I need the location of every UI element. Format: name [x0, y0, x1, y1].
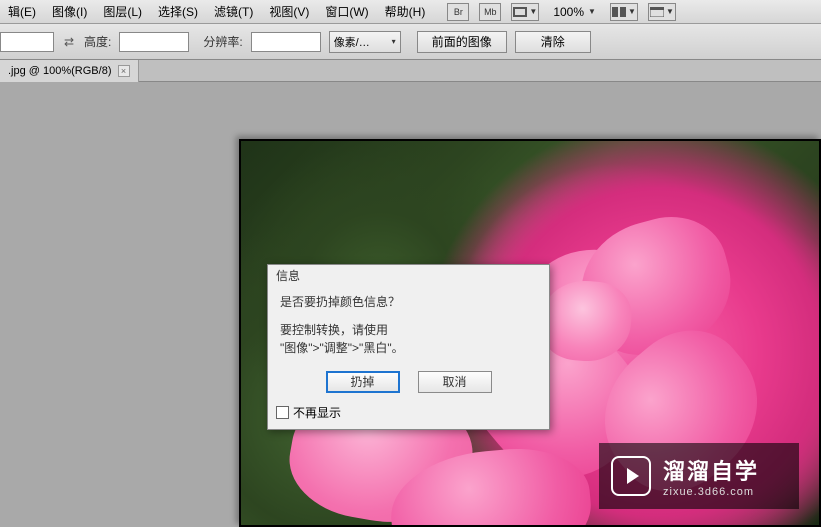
menu-view[interactable]: 视图(V)	[261, 0, 317, 24]
dialog-hint-1: 要控制转换，请使用	[280, 321, 537, 339]
discard-button[interactable]: 扔掉	[326, 371, 400, 393]
canvas-area: 信息 是否要扔掉颜色信息？ 要控制转换，请使用 "图像">"调整">"黑白"。 …	[0, 82, 821, 527]
menu-select[interactable]: 选择(S)	[150, 0, 206, 24]
menu-edit[interactable]: 辑(E)	[0, 0, 44, 24]
zoom-level[interactable]: 100% ▼	[549, 2, 600, 22]
tab-title: .jpg @ 100%(RGB/8)	[8, 65, 112, 77]
menu-image[interactable]: 图像(I)	[44, 0, 95, 24]
image-canvas[interactable]: 信息 是否要扔掉颜色信息？ 要控制转换，请使用 "图像">"调整">"黑白"。 …	[239, 139, 821, 527]
unit-select[interactable]: 像素/… ▾	[329, 31, 401, 53]
watermark-title: 溜溜自学	[663, 454, 759, 486]
front-image-button[interactable]: 前面的图像	[417, 31, 507, 53]
watermark: 溜溜自学 zixue.3d66.com	[599, 443, 799, 509]
dont-show-row: 不再显示	[276, 404, 341, 421]
dialog-body: 是否要扔掉颜色信息？ 要控制转换，请使用 "图像">"调整">"黑白"。 扔掉 …	[268, 283, 549, 397]
tab-bar: .jpg @ 100%(RGB/8) ×	[0, 60, 821, 82]
height-input[interactable]	[119, 32, 189, 52]
menu-bar: 辑(E) 图像(I) 图层(L) 选择(S) 滤镜(T) 视图(V) 窗口(W)…	[0, 0, 821, 24]
swap-icon[interactable]: ⇄	[62, 35, 76, 49]
menu-filter[interactable]: 滤镜(T)	[206, 0, 261, 24]
document-tab[interactable]: .jpg @ 100%(RGB/8) ×	[0, 60, 139, 82]
chevron-down-icon: ▼	[628, 7, 636, 16]
play-icon	[611, 456, 651, 496]
screen-icon	[513, 7, 527, 17]
chevron-down-icon: ▼	[588, 7, 596, 16]
clear-button[interactable]: 清除	[515, 31, 591, 53]
menu-icon-area: Br Mb ▼ 100% ▼ ▼ ▼	[447, 2, 676, 22]
dialog-title: 信息	[268, 265, 549, 283]
chevron-down-icon: ▼	[529, 7, 537, 16]
cancel-button[interactable]: 取消	[418, 371, 492, 393]
watermark-url: zixue.3d66.com	[663, 486, 759, 498]
dont-show-label: 不再显示	[293, 404, 341, 421]
dialog-buttons: 扔掉 取消	[280, 371, 537, 393]
menu-layer[interactable]: 图层(L)	[95, 0, 150, 24]
minibridge-button[interactable]: Mb	[479, 3, 501, 21]
height-label: 高度:	[84, 33, 111, 50]
window-icon	[650, 7, 664, 17]
bridge-button[interactable]: Br	[447, 3, 469, 21]
chevron-down-icon: ▾	[392, 37, 396, 46]
arrange-icon	[612, 7, 626, 17]
tab-close-button[interactable]: ×	[118, 65, 130, 77]
info-dialog: 信息 是否要扔掉颜色信息？ 要控制转换，请使用 "图像">"调整">"黑白"。 …	[267, 264, 550, 430]
menu-help[interactable]: 帮助(H)	[377, 0, 434, 24]
options-bar: ⇄ 高度: 分辨率: 像素/… ▾ 前面的图像 清除	[0, 24, 821, 60]
menu-window[interactable]: 窗口(W)	[317, 0, 376, 24]
screenmode2-button[interactable]: ▼	[648, 3, 676, 21]
arrange-button[interactable]: ▼	[610, 3, 638, 21]
dialog-message: 是否要扔掉颜色信息？	[280, 293, 537, 311]
resolution-input[interactable]	[251, 32, 321, 52]
unit-label: 像素/…	[334, 34, 370, 50]
resolution-label: 分辨率:	[203, 33, 242, 50]
screen-mode-button[interactable]: ▼	[511, 3, 539, 21]
chevron-down-icon: ▼	[666, 7, 674, 16]
width-input[interactable]	[0, 32, 54, 52]
dialog-hint-2: "图像">"调整">"黑白"。	[280, 339, 537, 357]
dont-show-checkbox[interactable]	[276, 406, 289, 419]
zoom-value: 100%	[553, 5, 584, 19]
